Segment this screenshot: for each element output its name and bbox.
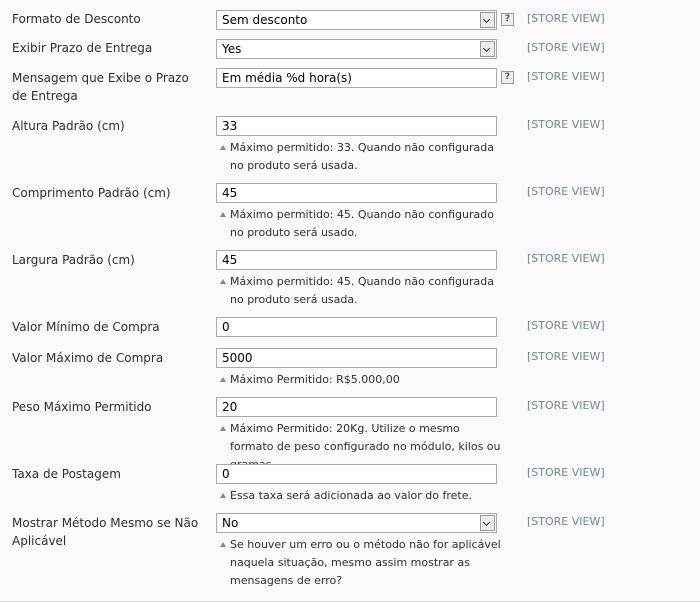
chevron-down-icon[interactable] xyxy=(480,12,495,28)
exibir-prazo-select[interactable]: Yes xyxy=(216,39,497,59)
exibir-prazo-value: Yes xyxy=(222,42,242,56)
note-triangle-icon xyxy=(220,212,226,217)
store-view-scope: [STORE VIEW] xyxy=(527,185,605,198)
control-mensagem-prazo: Em média %d hora(s) ? xyxy=(216,68,514,88)
control-valor-maximo: 5000 Máximo Permitido: R$5.000,00 xyxy=(216,348,497,389)
control-taxa-postagem: 0 Essa taxa será adicionada ao valor do … xyxy=(216,464,497,505)
taxa-postagem-note-text: Essa taxa será adicionada ao valor do fr… xyxy=(230,489,472,502)
control-peso-maximo: 20 Máximo Permitido: 20Kg. Utilize o mes… xyxy=(216,397,501,474)
valor-maximo-note-text: Máximo Permitido: R$5.000,00 xyxy=(230,373,400,386)
label-mostrar-metodo: Mostrar Método Mesmo se Não Aplicável xyxy=(12,516,199,548)
store-view-scope: [STORE VIEW] xyxy=(527,466,605,479)
store-view-scope: [STORE VIEW] xyxy=(527,70,605,83)
note-triangle-icon xyxy=(220,377,226,382)
store-view-scope: [STORE VIEW] xyxy=(527,350,605,363)
largura-note-text: Máximo permitido: 45. Quando não configu… xyxy=(230,275,494,306)
peso-maximo-input[interactable]: 20 xyxy=(216,397,497,417)
store-view-scope: [STORE VIEW] xyxy=(527,41,605,54)
control-formato-desconto: Sem desconto ? xyxy=(216,10,514,30)
comprimento-note: Máximo permitido: 45. Quando não configu… xyxy=(216,206,505,242)
comprimento-note-text: Máximo permitido: 45. Quando não configu… xyxy=(230,208,494,239)
store-view-scope: [STORE VIEW] xyxy=(527,118,605,131)
store-view-scope: [STORE VIEW] xyxy=(527,399,605,412)
store-view-scope: [STORE VIEW] xyxy=(527,12,605,25)
largura-input[interactable]: 45 xyxy=(216,250,497,270)
note-triangle-icon xyxy=(220,542,226,547)
note-triangle-icon xyxy=(220,145,226,150)
formato-desconto-select[interactable]: Sem desconto xyxy=(216,10,497,30)
largura-note: Máximo permitido: 45. Quando não configu… xyxy=(216,273,505,309)
altura-note: Máximo permitido: 33. Quando não configu… xyxy=(216,139,505,175)
label-altura: Altura Padrão (cm) xyxy=(12,119,125,133)
store-view-scope: [STORE VIEW] xyxy=(527,515,605,528)
control-altura: 33 Máximo permitido: 33. Quando não conf… xyxy=(216,116,497,175)
shipping-config-panel: Formato de Desconto Sem desconto ? [STOR… xyxy=(0,0,700,602)
label-taxa-postagem: Taxa de Postagem xyxy=(12,467,121,481)
taxa-postagem-note: Essa taxa será adicionada ao valor do fr… xyxy=(216,487,505,505)
control-comprimento: 45 Máximo permitido: 45. Quando não conf… xyxy=(216,183,497,242)
mostrar-metodo-note-text: Se houver um erro ou o método não for ap… xyxy=(230,538,501,587)
control-valor-minimo: 0 xyxy=(216,317,497,337)
note-triangle-icon xyxy=(220,426,226,431)
valor-minimo-input[interactable]: 0 xyxy=(216,317,497,337)
mostrar-metodo-value: No xyxy=(222,516,239,530)
chevron-down-icon[interactable] xyxy=(480,41,495,57)
label-mensagem-prazo: Mensagem que Exibe o Prazo de Entrega xyxy=(12,71,189,103)
store-view-scope: [STORE VIEW] xyxy=(527,319,605,332)
note-triangle-icon xyxy=(220,279,226,284)
control-exibir-prazo: Yes xyxy=(216,39,497,59)
comprimento-input[interactable]: 45 xyxy=(216,183,497,203)
label-exibir-prazo: Exibir Prazo de Entrega xyxy=(12,41,153,55)
label-largura: Largura Padrão (cm) xyxy=(12,253,135,267)
help-icon[interactable]: ? xyxy=(501,71,514,84)
mensagem-prazo-input[interactable]: Em média %d hora(s) xyxy=(216,68,497,88)
chevron-down-icon[interactable] xyxy=(480,515,495,531)
control-mostrar-metodo: No Se houver um erro ou o método não for… xyxy=(216,513,501,590)
mostrar-metodo-note: Se houver um erro ou o método não for ap… xyxy=(216,536,505,590)
valor-maximo-note: Máximo Permitido: R$5.000,00 xyxy=(216,371,505,389)
label-comprimento: Comprimento Padrão (cm) xyxy=(12,186,171,200)
label-valor-minimo: Valor Mínimo de Compra xyxy=(12,320,160,334)
label-peso-maximo: Peso Máximo Permitido xyxy=(12,400,152,414)
altura-note-text: Máximo permitido: 33. Quando não configu… xyxy=(230,141,494,172)
control-largura: 45 Máximo permitido: 45. Quando não conf… xyxy=(216,250,497,309)
formato-desconto-value: Sem desconto xyxy=(222,13,308,27)
store-view-scope: [STORE VIEW] xyxy=(527,252,605,265)
help-icon[interactable]: ? xyxy=(501,13,514,26)
note-triangle-icon xyxy=(220,493,226,498)
label-valor-maximo: Valor Máximo de Compra xyxy=(12,351,164,365)
valor-maximo-input[interactable]: 5000 xyxy=(216,348,497,368)
label-formato-desconto: Formato de Desconto xyxy=(12,12,141,26)
taxa-postagem-input[interactable]: 0 xyxy=(216,464,497,484)
altura-input[interactable]: 33 xyxy=(216,116,497,136)
mostrar-metodo-select[interactable]: No xyxy=(216,513,497,533)
